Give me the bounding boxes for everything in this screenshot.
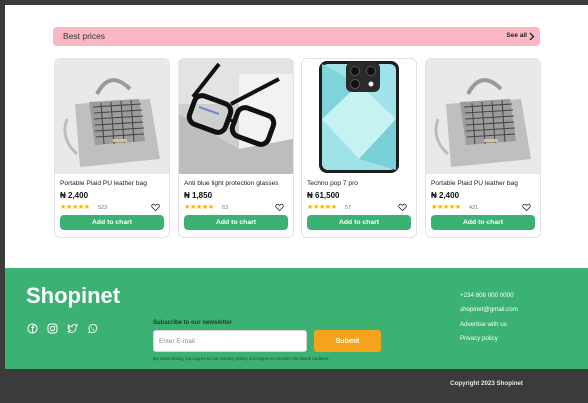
email-link[interactable]: shopinet@gmail.com — [460, 306, 518, 320]
brand-logo[interactable]: Shopinet — [26, 283, 120, 309]
instagram-icon[interactable] — [47, 323, 58, 334]
privacy-policy-link[interactable]: Privacy policy — [460, 335, 518, 349]
add-to-cart-button[interactable]: Add to chart — [307, 215, 411, 230]
review-count: 63 — [222, 205, 229, 211]
submit-button[interactable]: Submit — [314, 330, 381, 352]
add-to-cart-button[interactable]: Add to chart — [184, 215, 288, 230]
email-input[interactable] — [153, 330, 307, 352]
contact-links: +234 808 000 0000 shopinet@gmail.com Adv… — [460, 292, 518, 349]
heart-icon[interactable] — [151, 203, 160, 212]
rating-stars: ★★★★★ — [307, 204, 337, 211]
review-count: 523 — [98, 205, 108, 211]
product-price: ₦ 61,500 — [307, 191, 340, 200]
product-name[interactable]: Portable Plaid PU leather bag — [431, 180, 537, 187]
heart-icon[interactable] — [398, 203, 407, 212]
product-card[interactable]: Portable Plaid PU leather bag ₦ 2,400 ★★… — [425, 58, 541, 238]
newsletter-label: Subscribe to our newsletter — [153, 320, 233, 326]
rating-stars: ★★★★★ — [184, 204, 214, 211]
heart-icon[interactable] — [522, 203, 531, 212]
product-price: ₦ 2,400 — [60, 191, 89, 200]
best-prices-header: Best prices See all — [53, 27, 540, 46]
product-price: ₦ 1,850 — [184, 191, 213, 200]
product-image-plaid-bag[interactable] — [55, 59, 169, 174]
product-name[interactable]: Techno pop 7 pro — [307, 180, 413, 187]
add-to-cart-button[interactable]: Add to chart — [431, 215, 535, 230]
product-card[interactable]: Portable Plaid PU leather bag ₦ 2,400 ★★… — [54, 58, 170, 238]
main-content: Best prices See all Portable Plaid PU le… — [5, 5, 588, 268]
whatsapp-icon[interactable] — [87, 323, 98, 334]
phone-number[interactable]: +234 808 000 0000 — [460, 292, 518, 306]
product-name[interactable]: Portable Plaid PU leather bag — [60, 180, 166, 187]
bottom-bar: Copyright 2023 Shopinet — [5, 369, 588, 403]
chevron-right-icon[interactable] — [527, 31, 536, 42]
rating-stars: ★★★★★ — [431, 204, 461, 211]
rating-stars: ★★★★★ — [60, 204, 90, 211]
product-image-eyeglasses[interactable] — [179, 59, 293, 174]
product-card[interactable]: Techno pop 7 pro ₦ 61,500 ★★★★★ 57 Add t… — [301, 58, 417, 238]
product-card[interactable]: Anti blue light protection glasses ₦ 1,8… — [178, 58, 294, 238]
product-grid: Portable Plaid PU leather bag ₦ 2,400 ★★… — [54, 58, 544, 238]
product-name[interactable]: Anti blue light protection glasses — [184, 180, 290, 187]
twitter-icon[interactable] — [67, 323, 78, 334]
footer: Shopinet Subscribe to our newsletter Sub… — [5, 268, 588, 369]
facebook-icon[interactable] — [27, 323, 38, 334]
add-to-cart-button[interactable]: Add to chart — [60, 215, 164, 230]
newsletter-disclaimer: By subscribing, you agree to our privacy… — [153, 356, 330, 361]
product-image-plaid-bag[interactable] — [426, 59, 540, 174]
copyright-text: Copyright 2023 Shopinet — [450, 380, 523, 387]
product-price: ₦ 2,400 — [431, 191, 460, 200]
review-count: 57 — [345, 205, 352, 211]
review-count: 421 — [469, 205, 479, 211]
heart-icon[interactable] — [275, 203, 284, 212]
section-title: Best prices — [63, 31, 106, 41]
see-all-link[interactable]: See all — [506, 32, 527, 39]
advertise-link[interactable]: Advertise with us — [460, 321, 518, 335]
product-image-smartphone[interactable] — [302, 59, 416, 174]
